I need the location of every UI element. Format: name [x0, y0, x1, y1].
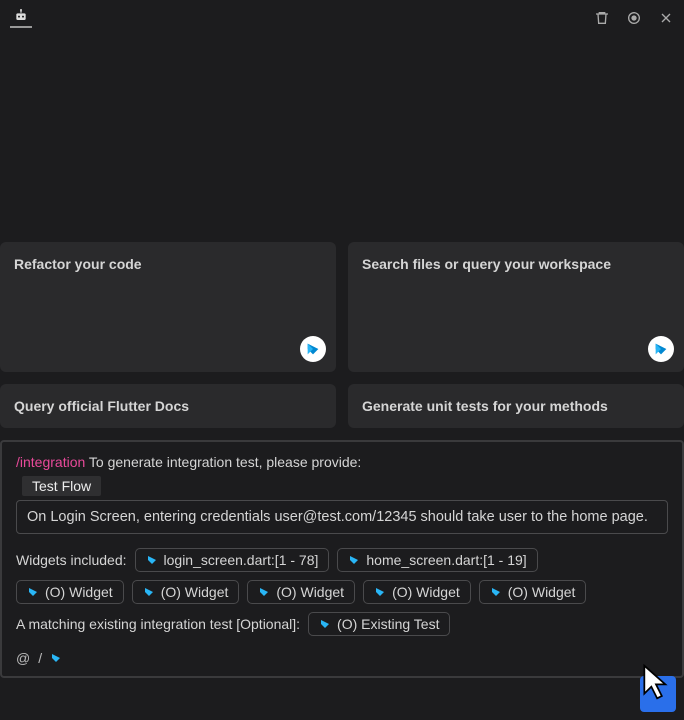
header-actions	[594, 10, 674, 26]
chip-label: (O) Widget	[508, 584, 576, 600]
logo-underline	[10, 26, 32, 28]
chip-label: (O) Widget	[392, 584, 460, 600]
widgets-label: Widgets included:	[16, 552, 127, 568]
close-icon[interactable]	[658, 10, 674, 26]
suggestion-cards-row-2: Query official Flutter Docs Generate uni…	[0, 384, 684, 428]
widget-chip[interactable]: (O) Widget	[363, 580, 471, 604]
widget-chip[interactable]: (O) Widget	[479, 580, 587, 604]
card-search[interactable]: Search files or query your workspace	[348, 242, 684, 372]
chip-label: (O) Widget	[161, 584, 229, 600]
dart-file-icon	[374, 586, 386, 598]
card-title: Search files or query your workspace	[362, 256, 670, 272]
input-panel: /integration To generate integration tes…	[0, 440, 684, 678]
panel-footer: @ /	[16, 650, 668, 666]
dart-file-icon	[146, 554, 158, 566]
dart-file-icon	[258, 586, 270, 598]
file-chip[interactable]: home_screen.dart:[1 - 19]	[337, 548, 537, 572]
at-shortcut[interactable]: @	[16, 650, 30, 666]
widget-chips-row: (O) Widget (O) Widget (O) Widget (O) Wid…	[16, 580, 668, 604]
dart-icon	[300, 336, 326, 362]
existing-test-chip[interactable]: (O) Existing Test	[308, 612, 450, 636]
widget-chip[interactable]: (O) Widget	[16, 580, 124, 604]
card-flutter-docs[interactable]: Query official Flutter Docs	[0, 384, 336, 428]
dart-file-icon	[490, 586, 502, 598]
card-title: Query official Flutter Docs	[14, 398, 189, 414]
match-label: A matching existing integration test [Op…	[16, 616, 300, 632]
chip-label: login_screen.dart:[1 - 78]	[164, 552, 319, 568]
dart-file-icon	[27, 586, 39, 598]
command-text: /integration	[16, 454, 85, 470]
card-refactor[interactable]: Refactor your code	[0, 242, 336, 372]
chip-label: (O) Widget	[276, 584, 344, 600]
header-bar	[0, 0, 684, 32]
app-logo[interactable]	[10, 8, 32, 28]
chip-label: home_screen.dart:[1 - 19]	[366, 552, 526, 568]
card-title: Generate unit tests for your methods	[362, 398, 608, 414]
widgets-included-row: Widgets included: login_screen.dart:[1 -…	[16, 548, 668, 572]
widget-chip[interactable]: (O) Widget	[132, 580, 240, 604]
dart-file-icon[interactable]	[50, 652, 62, 664]
slash-shortcut[interactable]: /	[38, 650, 42, 666]
test-flow-label: Test Flow	[22, 476, 101, 496]
widget-chip[interactable]: (O) Widget	[247, 580, 355, 604]
file-chip[interactable]: login_screen.dart:[1 - 78]	[135, 548, 330, 572]
header-left	[10, 8, 32, 28]
robot-icon	[11, 8, 31, 24]
chip-label: (O) Existing Test	[337, 616, 439, 632]
prompt-text: To generate integration test, please pro…	[85, 454, 361, 470]
dart-file-icon	[319, 618, 331, 630]
card-unit-tests[interactable]: Generate unit tests for your methods	[348, 384, 684, 428]
dart-icon	[648, 336, 674, 362]
dart-file-icon	[143, 586, 155, 598]
target-icon[interactable]	[626, 10, 642, 26]
prompt-line: /integration To generate integration tes…	[16, 454, 668, 470]
submit-button[interactable]	[640, 676, 676, 712]
card-title: Refactor your code	[14, 256, 322, 272]
existing-test-row: A matching existing integration test [Op…	[16, 612, 668, 636]
dart-file-icon	[348, 554, 360, 566]
trash-icon[interactable]	[594, 10, 610, 26]
chip-label: (O) Widget	[45, 584, 113, 600]
test-description-input[interactable]: On Login Screen, entering credentials us…	[16, 500, 668, 534]
suggestion-cards-row-1: Refactor your code Search files or query…	[0, 242, 684, 372]
